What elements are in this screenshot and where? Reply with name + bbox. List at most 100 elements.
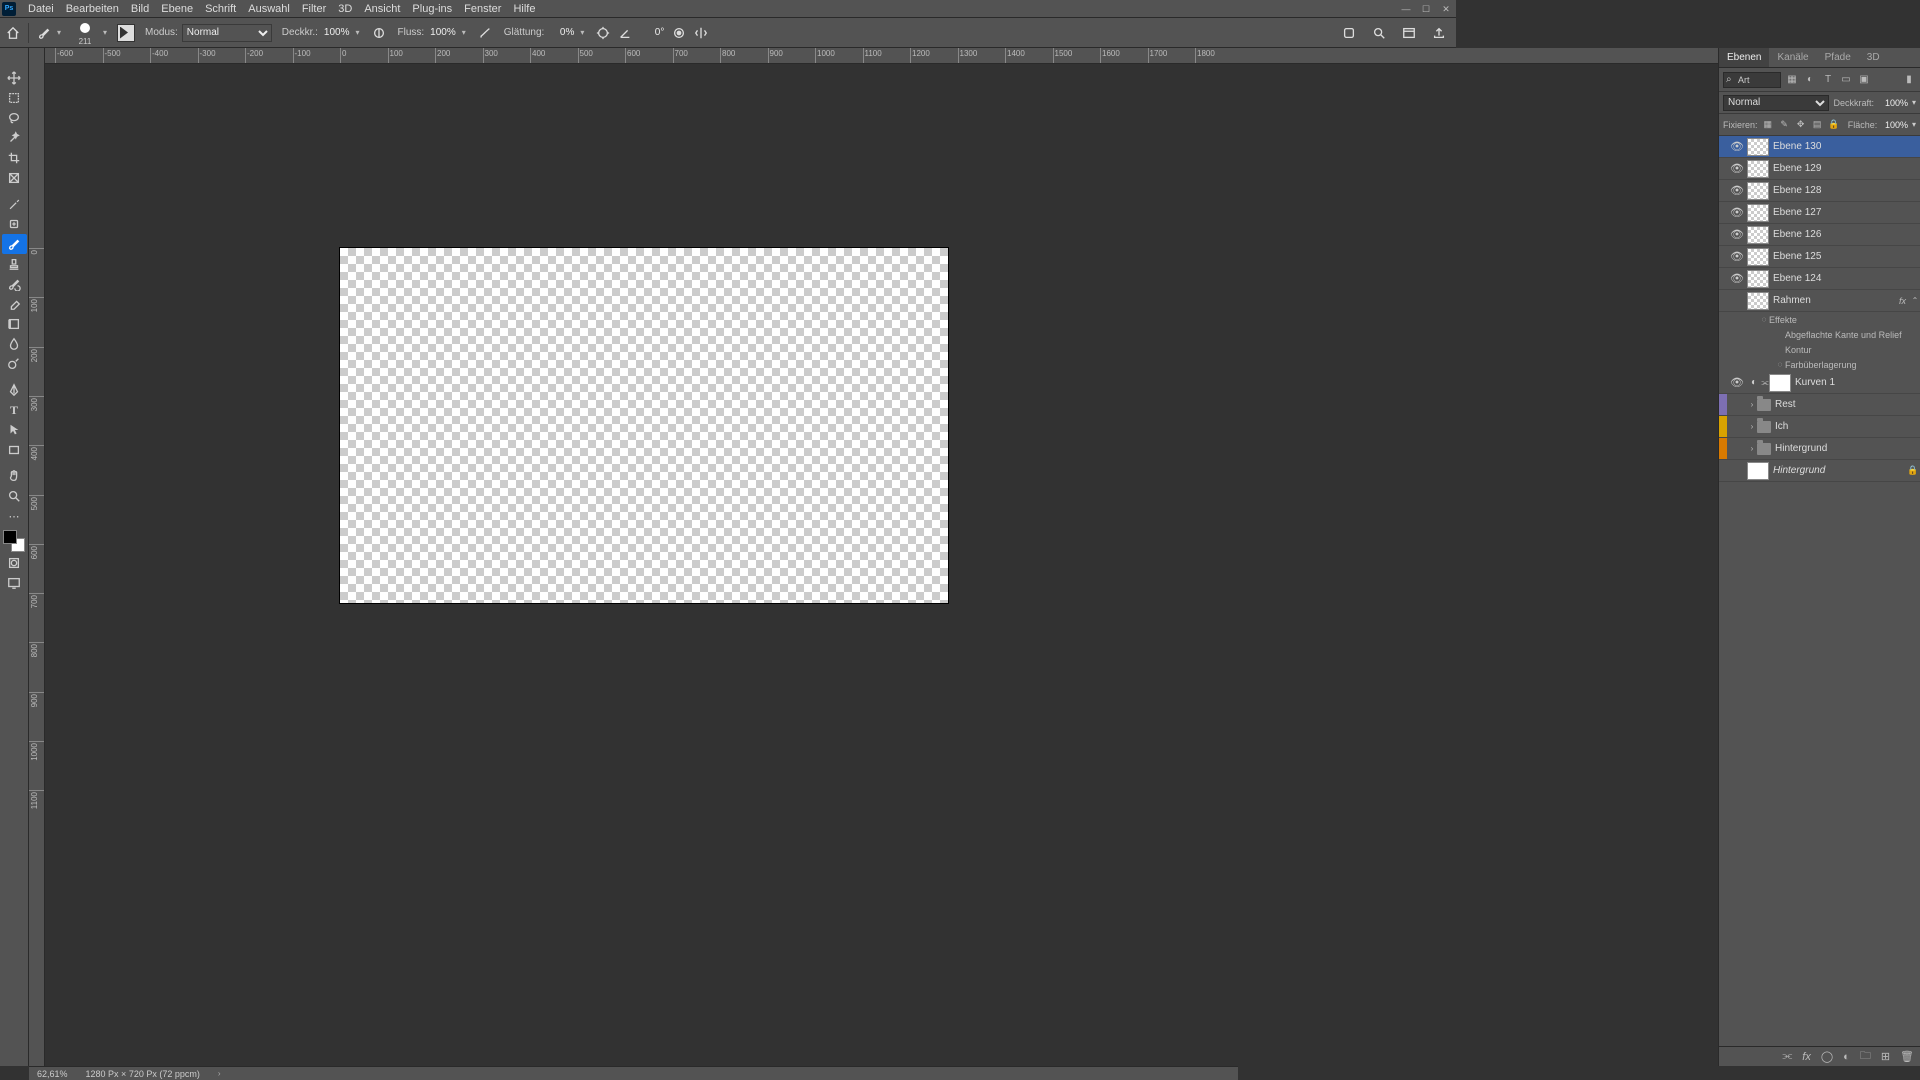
quickmask-icon[interactable] <box>2 554 27 572</box>
menu-ansicht[interactable]: Ansicht <box>358 0 406 18</box>
move-tool-icon[interactable] <box>2 68 27 88</box>
dodge-tool-icon[interactable] <box>2 354 27 374</box>
layer-row[interactable]: 👁 Ebene 129 <box>1719 158 1920 180</box>
layer-thumb[interactable] <box>1747 138 1769 156</box>
brush-tool-icon[interactable] <box>2 234 27 254</box>
pen-tool-icon[interactable] <box>2 380 27 400</box>
document-area[interactable]: -600-500-400-300-200-1000100200300400500… <box>45 48 1718 1066</box>
select-subject-icon[interactable] <box>1340 24 1358 42</box>
opacity-chevron-icon[interactable]: ▾ <box>1912 98 1916 107</box>
group-expand-icon[interactable]: › <box>1747 400 1757 409</box>
smoothing-options-icon[interactable] <box>594 24 612 42</box>
layer-visibility-icon[interactable]: 👁 <box>1727 162 1747 175</box>
layer-name[interactable]: Rahmen <box>1773 295 1899 306</box>
delete-layer-icon[interactable]: 🗑 <box>1900 1050 1914 1063</box>
flow-value[interactable]: 100% <box>428 27 458 38</box>
gradient-tool-icon[interactable] <box>2 314 27 334</box>
layer-visibility-icon[interactable]: 👁 <box>1727 442 1747 455</box>
layer-name[interactable]: Ebene 126 <box>1773 229 1920 240</box>
share-icon[interactable] <box>1430 24 1448 42</box>
menu-schrift[interactable]: Schrift <box>199 0 242 18</box>
mask-thumb[interactable] <box>1769 374 1791 392</box>
layer-name[interactable]: Rest <box>1775 399 1920 410</box>
brush-picker-chevron-icon[interactable]: ▾ <box>103 28 113 37</box>
smoothing-chevron-icon[interactable]: ▾ <box>580 28 590 37</box>
layer-thumb[interactable] <box>1747 204 1769 222</box>
layer-visibility-icon[interactable]: 👁 <box>1727 228 1747 241</box>
layer-name[interactable]: Ebene 128 <box>1773 185 1920 196</box>
menu-fenster[interactable]: Fenster <box>458 0 507 18</box>
filter-pixel-icon[interactable]: ▦ <box>1785 73 1799 87</box>
layer-row[interactable]: 👁Hintergrund🔒 <box>1719 460 1920 482</box>
search-icon[interactable] <box>1370 24 1388 42</box>
lock-trans-icon[interactable]: ▦ <box>1762 118 1774 132</box>
shape-tool-icon[interactable] <box>2 440 27 460</box>
layer-name[interactable]: Ebene 125 <box>1773 251 1920 262</box>
menu-bild[interactable]: Bild <box>125 0 155 18</box>
layer-row[interactable]: 👁Ebene 127 <box>1719 202 1920 224</box>
layer-visibility-icon[interactable]: 👁 <box>1727 464 1747 477</box>
menu-plug-ins[interactable]: Plug-ins <box>406 0 458 18</box>
opacity-chevron-icon[interactable]: ▾ <box>356 28 366 37</box>
layer-thumb[interactable] <box>1747 462 1769 480</box>
panel-tab-ebenen[interactable]: Ebenen <box>1719 48 1769 67</box>
frame-tool-icon[interactable] <box>2 168 27 188</box>
layer-thumb[interactable] <box>1747 226 1769 244</box>
layer-fx-row[interactable]: ◌Farbüberlagerung <box>1719 357 1920 372</box>
airbrush-icon[interactable] <box>476 24 494 42</box>
layer-name[interactable]: Ebene 127 <box>1773 207 1920 218</box>
heal-tool-icon[interactable] <box>2 214 27 234</box>
layer-row[interactable]: 👁›Hintergrund <box>1719 438 1920 460</box>
link-layers-icon[interactable]: ⫘ <box>1782 1050 1792 1063</box>
adjustment-layer-icon[interactable]: ◐ <box>1843 1051 1850 1063</box>
workspace-icon[interactable] <box>1400 24 1418 42</box>
layer-row[interactable]: 👁Ebene 130 <box>1719 136 1920 158</box>
layer-visibility-icon[interactable]: 👁 <box>1727 376 1747 389</box>
layer-name[interactable]: Ebene 130 <box>1773 141 1920 152</box>
brush-settings-icon[interactable] <box>117 24 135 42</box>
layer-thumb[interactable] <box>1747 270 1769 288</box>
menu-datei[interactable]: Datei <box>22 0 60 18</box>
layer-list[interactable]: 👁Ebene 130👁Ebene 129👁Ebene 128👁Ebene 127… <box>1719 136 1920 1046</box>
status-zoom[interactable]: 62,61% <box>37 1069 68 1079</box>
pressure-opacity-icon[interactable] <box>370 24 388 42</box>
layer-thumb[interactable] <box>1747 248 1769 266</box>
menu-ebene[interactable]: Ebene <box>155 0 199 18</box>
marquee-tool-icon[interactable] <box>2 88 27 108</box>
group-expand-icon[interactable]: › <box>1747 444 1757 453</box>
layer-name[interactable]: Ebene 129 <box>1773 163 1920 174</box>
panel-tab-kanäle[interactable]: Kanäle <box>1769 48 1816 67</box>
layer-blend-select[interactable]: Normal <box>1723 95 1829 111</box>
lock-paint-icon[interactable]: ✎ <box>1778 118 1790 132</box>
fx-visibility-icon[interactable]: ◌ <box>1775 360 1785 369</box>
layer-row[interactable]: 👁Ebene 125 <box>1719 246 1920 268</box>
blend-mode-select[interactable]: Normal <box>182 24 272 42</box>
filter-smart-icon[interactable]: ▣ <box>1857 73 1871 87</box>
maximize-icon[interactable]: ☐ <box>1416 0 1436 18</box>
pressure-size-icon[interactable] <box>670 24 688 42</box>
lock-icon[interactable]: 🔒 <box>1906 465 1920 476</box>
lock-nest-icon[interactable]: ▤ <box>1811 118 1823 132</box>
color-swatches[interactable] <box>3 530 25 552</box>
layer-fx-row[interactable]: Kontur <box>1719 342 1920 357</box>
layer-visibility-icon[interactable]: 👁 <box>1727 420 1747 433</box>
layer-row[interactable]: 👁 Ebene 128 <box>1719 180 1920 202</box>
layer-filter-kind[interactable]: Art <box>1723 72 1781 88</box>
status-chevron-icon[interactable]: › <box>218 1069 221 1078</box>
menu-hilfe[interactable]: Hilfe <box>507 0 541 18</box>
horizontal-ruler[interactable]: -600-500-400-300-200-1000100200300400500… <box>45 48 1718 64</box>
layer-visibility-icon[interactable]: 👁 <box>1727 184 1747 197</box>
layer-row[interactable]: 👁›Rest <box>1719 394 1920 416</box>
vertical-ruler[interactable]: 010020030040050060070080090010001100 <box>29 48 45 1066</box>
status-doc-info[interactable]: 1280 Px × 720 Px (72 ppcm) <box>86 1069 200 1079</box>
eraser-tool-icon[interactable] <box>2 294 27 314</box>
layer-thumb[interactable] <box>1747 182 1769 200</box>
wand-tool-icon[interactable] <box>2 128 27 148</box>
layer-name[interactable]: Kurven 1 <box>1795 377 1920 388</box>
filter-toggle-icon[interactable]: ▮ <box>1902 73 1916 87</box>
layer-row[interactable]: 👁Ebene 124 <box>1719 268 1920 290</box>
minimize-icon[interactable]: — <box>1396 0 1416 18</box>
history-brush-tool-icon[interactable] <box>2 274 27 294</box>
fx-badge-icon[interactable]: fx <box>1899 296 1910 306</box>
layer-fx-icon[interactable]: fx <box>1802 1051 1811 1063</box>
